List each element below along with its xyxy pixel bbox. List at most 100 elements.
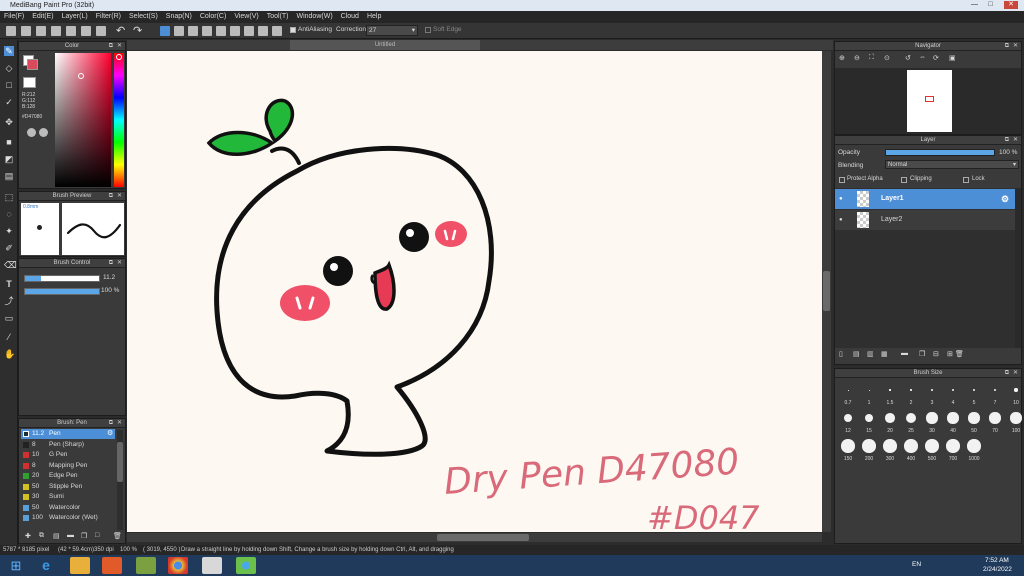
protect-alpha-checkbox[interactable]	[839, 177, 845, 183]
brush-item-g-pen[interactable]: 10 G Pen	[21, 450, 121, 460]
color-history-icon[interactable]	[39, 128, 48, 137]
scroll-thumb[interactable]	[117, 442, 123, 482]
merge-layer-icon[interactable]: ⊟	[933, 350, 939, 358]
layer-list-scrollbar[interactable]	[1015, 188, 1021, 348]
clock-date[interactable]: 2/24/2022	[983, 566, 1012, 573]
brush-file-icon[interactable]: ▤	[53, 532, 60, 540]
select-pen-icon[interactable]: ✐	[4, 243, 14, 253]
new-halftone-layer-icon[interactable]: ▤	[853, 350, 860, 358]
close-icon[interactable]: ✕	[1013, 42, 1018, 51]
edge-browser-icon[interactable]: e	[36, 557, 56, 574]
brush-size-dot[interactable]	[931, 389, 933, 391]
snap-off-icon[interactable]	[160, 26, 170, 36]
brush-size-dot[interactable]	[868, 389, 870, 391]
menu-file[interactable]: File(F)	[0, 11, 28, 23]
delete-brush-icon[interactable]: 🗑	[113, 532, 122, 540]
transparent-color-swatch[interactable]	[23, 77, 36, 88]
undock-icon[interactable]: ⧉	[109, 259, 113, 268]
antialiasing-checkbox[interactable]	[290, 27, 296, 33]
snap-curve-icon[interactable]	[244, 26, 254, 36]
snap-grid-icon[interactable]	[272, 26, 282, 36]
select-eraser-icon[interactable]: ⌫	[4, 260, 17, 270]
flip-icon[interactable]: ⇔	[919, 54, 926, 61]
save-icon[interactable]	[51, 26, 61, 36]
close-icon[interactable]: ✕	[117, 419, 122, 428]
shape-tool-icon[interactable]: ■	[4, 137, 14, 147]
brush-size-dot[interactable]	[904, 439, 918, 453]
media-player-icon[interactable]	[102, 557, 122, 574]
layer-row-layer1[interactable]: ● Layer1 ⚙	[835, 189, 1015, 209]
brush-size-dot[interactable]	[972, 388, 976, 392]
color-wheel-icon[interactable]	[27, 128, 36, 137]
add-brush-icon[interactable]: ✚	[25, 532, 31, 540]
close-icon[interactable]: ✕	[1013, 369, 1018, 378]
snap-settings-icon[interactable]	[258, 26, 268, 36]
gear-icon[interactable]: ⚙	[107, 429, 113, 439]
drawing-canvas[interactable]: Dry Pen D47080 #D047	[127, 51, 822, 532]
navigator-viewport-rect[interactable]	[925, 96, 934, 102]
app-icon[interactable]	[136, 557, 156, 574]
grid-icon[interactable]	[81, 26, 91, 36]
notification-app-icon[interactable]	[202, 557, 222, 574]
correction-select[interactable]: 27 ▾	[366, 25, 418, 36]
brush-size-dot[interactable]	[883, 439, 897, 453]
menu-snap[interactable]: Snap(N)	[162, 11, 196, 23]
scroll-thumb[interactable]	[437, 534, 529, 541]
zoom-in-icon[interactable]: ⊕	[839, 54, 845, 62]
medibang-app-icon[interactable]	[236, 557, 256, 574]
menu-help[interactable]: Help	[363, 11, 385, 23]
menu-window[interactable]: Window(W)	[292, 11, 336, 23]
new-layer-icon[interactable]: ▯	[839, 350, 843, 358]
add-layer-menu-icon[interactable]: ▦	[881, 350, 888, 358]
brush-size-dot[interactable]	[885, 413, 895, 423]
brush-size-dot[interactable]	[925, 439, 939, 453]
navigator-view[interactable]	[835, 68, 1021, 134]
brush-size-dot[interactable]	[993, 388, 997, 392]
layer-opacity-slider[interactable]	[885, 149, 995, 156]
file-explorer-icon[interactable]	[70, 557, 90, 574]
menu-cloud[interactable]: Cloud	[337, 11, 363, 23]
scroll-thumb[interactable]	[823, 271, 830, 311]
snap-radial-icon[interactable]	[216, 26, 226, 36]
bucket-tool-icon[interactable]: ◩	[4, 154, 14, 164]
brush-size-dot[interactable]	[1014, 388, 1018, 392]
undock-icon[interactable]: ⧉	[109, 192, 113, 201]
close-icon[interactable]: ✕	[117, 192, 122, 201]
redo-icon[interactable]: ↷	[133, 24, 142, 37]
brush-size-dot[interactable]	[847, 389, 849, 391]
menu-filter[interactable]: Filter(R)	[92, 11, 125, 23]
brush-size-dot[interactable]	[862, 439, 876, 453]
undock-icon[interactable]: ⧉	[1005, 42, 1009, 51]
navigator-settings-icon[interactable]: ▣	[949, 54, 956, 62]
visibility-icon[interactable]: ●	[839, 210, 843, 230]
undock-icon[interactable]: ⧉	[1005, 369, 1009, 378]
rotate-left-icon[interactable]: ↺	[905, 54, 911, 62]
brush-export-icon[interactable]: □	[95, 532, 99, 539]
brush-size-dot[interactable]	[989, 412, 1001, 424]
snap-vanishing-icon[interactable]	[202, 26, 212, 36]
document-tab[interactable]: Untitled	[290, 40, 480, 50]
brush-item-pen[interactable]: 11.2 Pen ⚙	[21, 429, 115, 439]
visibility-icon[interactable]: ●	[839, 189, 843, 209]
zoom-out-icon[interactable]: ⊖	[854, 54, 860, 62]
select-tool-icon[interactable]: ⬚	[4, 192, 14, 202]
brush-duplicate-icon[interactable]: ❐	[81, 532, 87, 540]
gradient-tool-icon[interactable]: ▤	[4, 171, 14, 181]
close-icon[interactable]: ✕	[1013, 136, 1018, 145]
fit-icon[interactable]: ⛶	[869, 54, 874, 62]
brush-tool-icon[interactable]: ✓	[4, 97, 14, 107]
menu-edit[interactable]: Edit(E)	[28, 11, 57, 23]
hue-slider[interactable]	[114, 53, 124, 187]
undock-icon[interactable]: ⧉	[109, 42, 113, 51]
brush-size-dot[interactable]	[926, 412, 938, 424]
dot-tool-icon[interactable]: □	[4, 80, 14, 90]
snap-circle-icon[interactable]	[230, 26, 240, 36]
copy-brush-icon[interactable]: ⧉	[39, 532, 44, 540]
layer-settings-icon[interactable]: ⊞	[947, 350, 953, 358]
soft-edge-checkbox[interactable]	[425, 27, 431, 33]
brush-size-dot[interactable]	[864, 413, 874, 423]
actual-size-icon[interactable]: ⊙	[884, 54, 890, 62]
snap-parallel-icon[interactable]	[174, 26, 184, 36]
brush-folder-icon[interactable]: ▬	[67, 532, 74, 539]
move-tool-icon[interactable]: ✥	[4, 117, 14, 127]
